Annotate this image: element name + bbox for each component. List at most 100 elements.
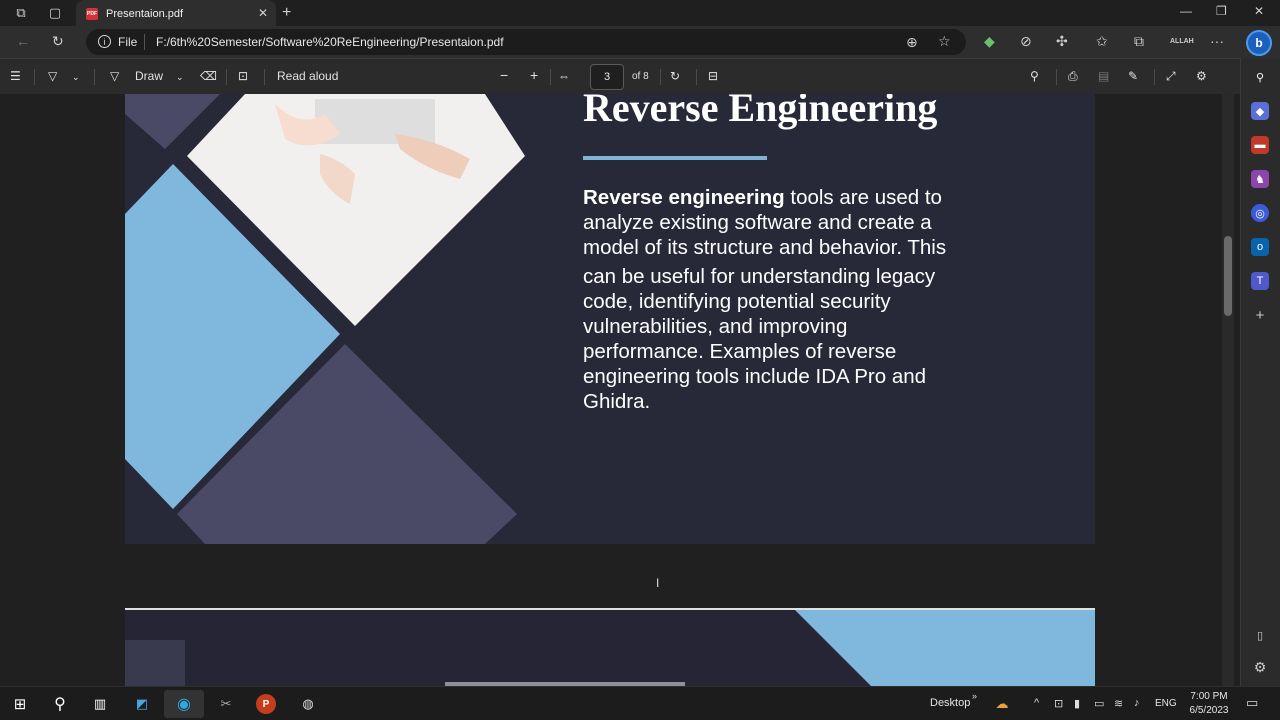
new-tab-button[interactable]: +	[282, 4, 291, 22]
zoom-icon[interactable]: ⊕	[906, 34, 918, 51]
pdf-file-icon: PDF	[86, 7, 98, 20]
body-line-2: analyze existing software and create a	[583, 211, 932, 234]
draw-dropdown-icon[interactable]: ⌄	[176, 72, 184, 83]
tab-presentation-pdf[interactable]: PDF Presentaion.pdf ✕	[76, 0, 276, 27]
tray-overflow-icon[interactable]: ^	[1034, 697, 1039, 709]
sidebar-toggle-icon[interactable]: ▯	[1251, 626, 1269, 644]
slide-body-text: Reverse engineering tools are used to an…	[583, 185, 963, 414]
games-icon[interactable]: ♞	[1251, 170, 1269, 188]
settings-icon[interactable]: ⚙	[1251, 658, 1269, 676]
extension-icon[interactable]: ◆	[984, 33, 995, 50]
decor-shape-blue-2	[795, 610, 1095, 686]
save-icon[interactable]: ▤	[1098, 69, 1109, 83]
fit-to-width-icon[interactable]: ⇔	[558, 69, 570, 83]
draw-button[interactable]: Draw	[135, 69, 163, 83]
body-line-5: code, identifying potential security	[583, 290, 891, 313]
desktop-app-icon[interactable]: ◩	[132, 694, 152, 714]
office-icon[interactable]: ◎	[1251, 204, 1269, 222]
tab-title: Presentaion.pdf	[106, 7, 184, 20]
snipping-tool-icon[interactable]: ✂	[216, 694, 236, 714]
slide-title: Reverse Engineering	[583, 94, 938, 130]
taskbar-search-icon[interactable]: ⚲	[50, 694, 70, 714]
body-line-9: Ghidra.	[583, 390, 651, 413]
toolbar-divider	[660, 69, 661, 85]
rotate-icon[interactable]: ↻	[670, 69, 680, 83]
add-icon[interactable]: +	[1251, 306, 1269, 324]
edge-taskbar-button[interactable]: ◉	[164, 690, 204, 718]
body-line-3: model of its structure and behavior. Thi…	[583, 236, 947, 259]
refresh-icon[interactable]: ↻	[52, 33, 64, 50]
extensions-puzzle-icon[interactable]: ✣	[1056, 33, 1068, 50]
address-url[interactable]: F:/6th%20Semester/Software%20ReEngineeri…	[156, 35, 504, 49]
save-as-icon[interactable]: ✎	[1128, 69, 1138, 83]
windows-taskbar: ⊞ ⚲ ▥ ◩ ◉ ✂ P ◍ Desktop » ☁ ^ ⊡ ▮ ▭ ≋ ♪ …	[0, 686, 1280, 720]
notifications-icon[interactable]: ▭	[1246, 695, 1258, 711]
clock-time: 7:00 PM	[1190, 691, 1228, 702]
pdf-viewport[interactable]: Reverse Engineering Reverse engineering …	[0, 94, 1222, 686]
tab-strip: ⧉ ▢ PDF Presentaion.pdf ✕ + — ❐ ✕	[0, 0, 1280, 27]
text-box-icon[interactable]: ⊡	[238, 69, 248, 83]
toolbox-icon[interactable]: ▬	[1251, 136, 1269, 154]
print-icon[interactable]: ⎙	[1068, 69, 1078, 84]
search-icon[interactable]: ⚲	[1251, 68, 1269, 86]
decor-blur-left	[125, 640, 185, 686]
taskbar-clock[interactable]: 7:00 PM 6/5/2023	[1186, 690, 1232, 718]
tray-app-icon[interactable]: ⊡	[1054, 697, 1063, 710]
obs-icon[interactable]: ◍	[298, 694, 318, 714]
page-view-icon[interactable]: ⊟	[708, 69, 718, 83]
start-button-icon[interactable]: ⊞	[10, 694, 30, 714]
page-number-input[interactable]: 3	[590, 64, 624, 90]
highlight-icon[interactable]: ▽	[48, 69, 57, 83]
wifi-icon[interactable]: ≋	[1114, 697, 1123, 710]
minimize-button[interactable]: —	[1180, 4, 1192, 18]
more-menu-icon[interactable]: ···	[1210, 33, 1224, 49]
maximize-button[interactable]: ❐	[1216, 4, 1227, 18]
collections-icon[interactable]: ⧉	[1134, 33, 1144, 50]
outlook-icon[interactable]: o	[1251, 238, 1269, 256]
favorites-icon[interactable]: ✩	[1096, 33, 1108, 50]
eraser-icon[interactable]: ⌫	[200, 69, 217, 83]
info-icon[interactable]: i	[98, 35, 111, 48]
tag-icon[interactable]: ◆	[1251, 102, 1269, 120]
tab-actions-icon[interactable]: ▢	[46, 4, 64, 22]
slide-page-4	[125, 608, 1095, 686]
battery-icon[interactable]: ▭	[1094, 697, 1104, 710]
desktop-toolbar-label[interactable]: Desktop	[930, 697, 970, 709]
body-line-8: engineering tools include IDA Pro and	[583, 365, 927, 388]
body-bold-term: Reverse engineering	[583, 186, 785, 209]
toolbar-divider	[34, 69, 35, 85]
tracking-icon[interactable]: ⊘	[1020, 33, 1032, 50]
close-window-button[interactable]: ✕	[1254, 4, 1264, 18]
contents-icon[interactable]: ☰	[10, 69, 21, 83]
usb-icon[interactable]: ▮	[1074, 697, 1080, 710]
body-line-6: vulnerabilities, and improving	[583, 315, 848, 338]
find-icon[interactable]: ⚲	[1030, 69, 1039, 83]
close-tab-icon[interactable]: ✕	[258, 6, 268, 20]
title-underline	[583, 156, 767, 160]
profile-button[interactable]: ALLAH	[1170, 38, 1194, 45]
vertical-scrollbar[interactable]	[1222, 94, 1234, 686]
bing-chat-icon[interactable]: b	[1246, 30, 1272, 56]
powerpoint-icon[interactable]: P	[256, 694, 276, 714]
volume-icon[interactable]: ♪	[1134, 697, 1140, 709]
task-view-icon[interactable]: ▥	[90, 694, 110, 714]
scrollbar-thumb[interactable]	[1224, 236, 1232, 316]
body-line-1: Reverse engineering tools are used to	[583, 185, 963, 210]
language-indicator[interactable]: ENG	[1155, 698, 1177, 709]
pdf-settings-icon[interactable]: ⚙	[1196, 69, 1207, 83]
fullscreen-icon[interactable]: ⤢	[1166, 69, 1176, 84]
address-bar[interactable]: i File F:/6th%20Semester/Software%20ReEn…	[86, 29, 966, 55]
draw-icon[interactable]: ▽	[110, 69, 119, 83]
back-icon[interactable]: ←	[16, 33, 30, 49]
body-line-7: performance. Examples of reverse	[583, 340, 897, 363]
toolbar-divider	[696, 69, 697, 85]
teams-icon[interactable]: T	[1251, 272, 1269, 290]
toolbar-expand-icon[interactable]: »	[972, 691, 977, 701]
read-aloud-button[interactable]: Read aloud	[277, 69, 338, 83]
workspaces-icon[interactable]: ⧉	[12, 4, 30, 22]
highlight-dropdown-icon[interactable]: ⌄	[72, 72, 80, 83]
zoom-in-icon[interactable]: +	[530, 67, 538, 83]
weather-icon[interactable]: ☁	[992, 694, 1012, 714]
favorite-star-icon[interactable]: ☆	[938, 33, 951, 50]
zoom-out-icon[interactable]: −	[500, 67, 508, 83]
